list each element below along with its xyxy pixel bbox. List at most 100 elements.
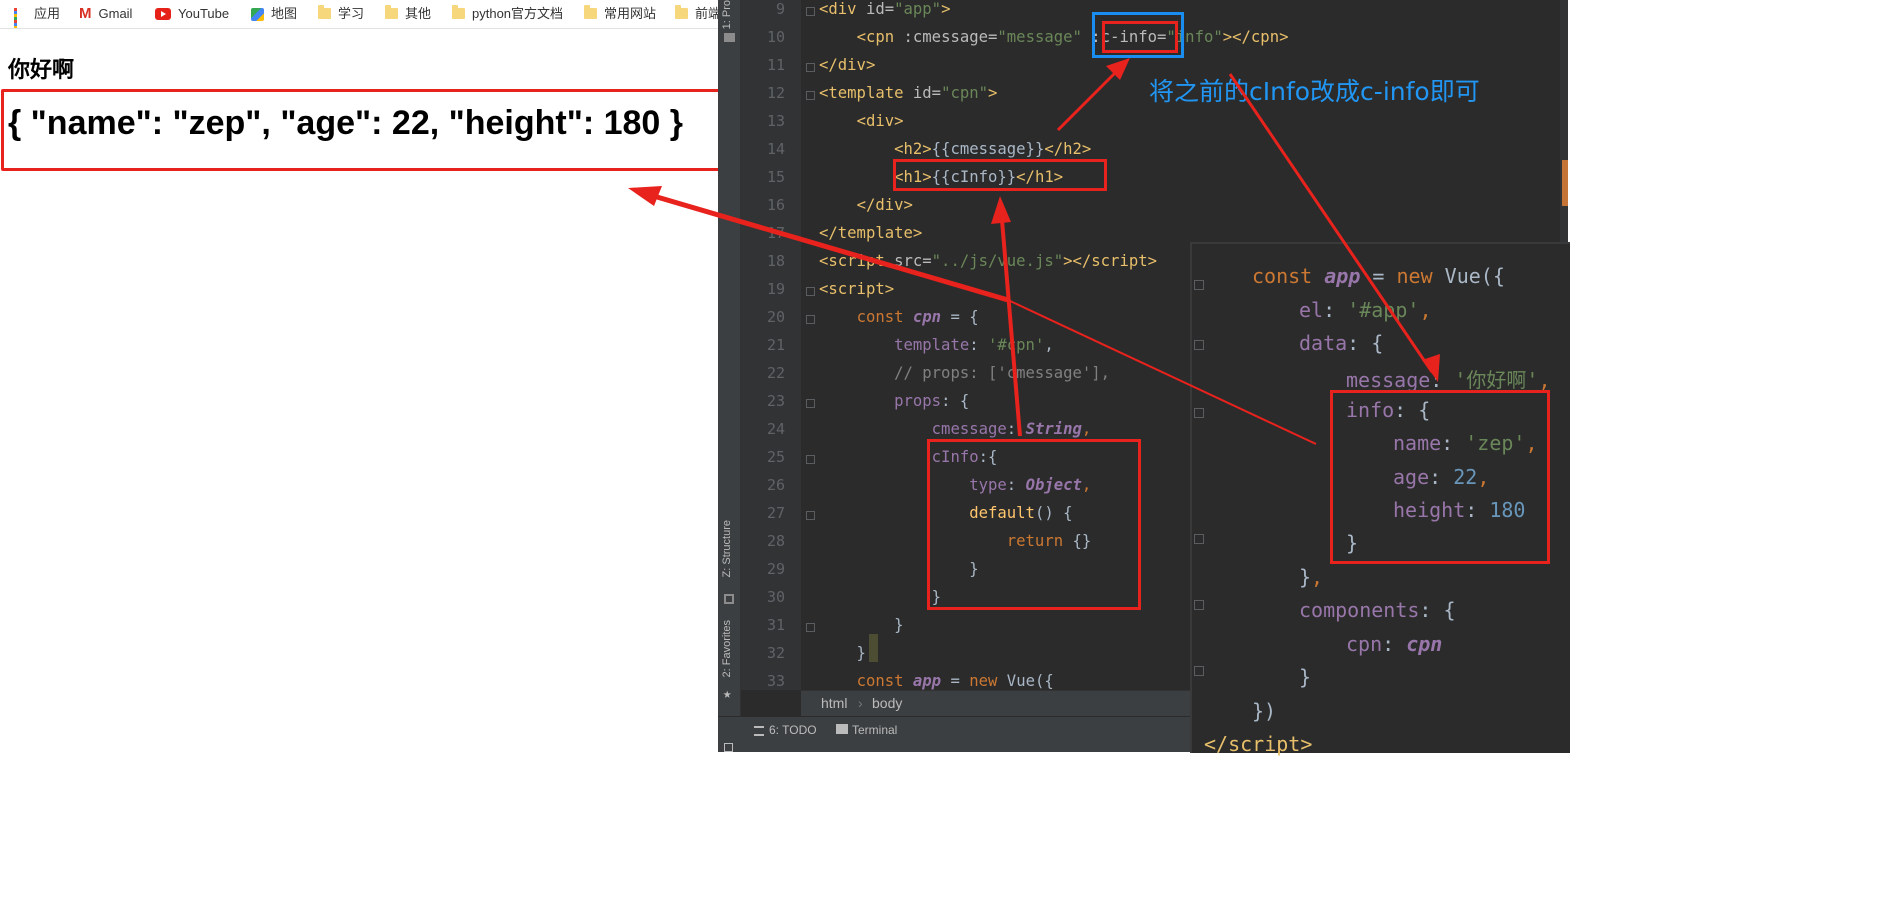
line-number-gutter: 9 10 11 12 13 14 15 16 17 18 19 20 21 22…	[741, 0, 801, 690]
tool-window-strip: 1: Pro Z: Structure 2: Favorites ★	[718, 0, 741, 751]
zoom-line: const app = new Vue({	[1252, 264, 1505, 288]
line-number: 9	[775, 0, 785, 18]
folder-icon	[584, 4, 597, 19]
fold-marker-icon[interactable]	[806, 623, 815, 632]
zoom-line: data: {	[1299, 331, 1384, 355]
rendered-h2-message: 你好啊	[8, 58, 75, 83]
code-line-32: }	[819, 644, 866, 662]
code-line-14: <h2>{{cmessage}}</h2>	[894, 140, 1092, 158]
line-number: 20	[766, 308, 785, 326]
code-line-21: template: '#cpn',	[894, 336, 1054, 354]
code-line-30: }	[819, 588, 942, 606]
fold-marker-icon	[1194, 340, 1204, 350]
line-number: 24	[766, 420, 785, 438]
project-tab[interactable]: 1: Pro	[721, 0, 733, 29]
code-line-12: <template id="cpn">	[819, 84, 998, 102]
youtube-icon	[155, 8, 171, 20]
highlight-box-cinfo-prop	[927, 439, 1141, 610]
fold-marker-icon[interactable]	[806, 91, 815, 100]
line-number: 14	[766, 140, 785, 158]
breadcrumb-html[interactable]: html	[821, 695, 847, 711]
fold-marker-icon[interactable]	[806, 287, 815, 296]
bookmark-label: Gmail	[98, 6, 133, 21]
line-number: 22	[766, 364, 785, 382]
structure-tab[interactable]: Z: Structure	[721, 520, 733, 577]
folder-tab-icon	[724, 33, 735, 42]
code-line-23: props: {	[894, 392, 970, 410]
bookmark-folder-frontend[interactable]: 前端	[675, 0, 718, 28]
breadcrumb-body[interactable]: body	[872, 695, 902, 711]
terminal-icon	[836, 724, 848, 734]
bookmark-folder-other[interactable]: 其他	[385, 0, 431, 28]
fold-marker-icon	[1194, 280, 1204, 290]
bookmark-gmail[interactable]: M Gmail	[79, 0, 132, 28]
ide-window: 1: Pro Z: Structure 2: Favorites ★ 9 10 …	[718, 0, 1570, 756]
line-number: 19	[766, 280, 785, 298]
folder-icon	[318, 4, 331, 19]
code-line-10: <cpn :cmessage="message" :c-info="info">…	[856, 28, 1289, 46]
highlight-box-output	[1, 89, 734, 171]
code-line-33: const app = new Vue({	[856, 672, 1054, 690]
bookmark-folder-python-docs[interactable]: python官方文档	[452, 0, 563, 28]
highlight-box-c-info-attr	[1102, 21, 1178, 53]
line-number: 18	[766, 252, 785, 270]
code-line-17: </template>	[819, 224, 923, 242]
line-number: 15	[766, 168, 785, 186]
line-number: 21	[766, 336, 785, 354]
line-number: 11	[766, 56, 785, 74]
bookmark-youtube[interactable]: YouTube	[155, 0, 229, 28]
fold-marker-icon	[1194, 534, 1204, 544]
line-number: 26	[766, 476, 785, 494]
fold-marker-icon[interactable]	[806, 399, 815, 408]
code-line-19: <script>	[819, 280, 895, 298]
line-number: 32	[766, 644, 785, 662]
bookmark-apps[interactable]: 应用	[14, 0, 60, 28]
bookmark-label: YouTube	[178, 6, 230, 21]
apps-grid-icon	[14, 7, 27, 28]
bookmark-label: 学习	[338, 6, 365, 21]
breadcrumb: html › body	[801, 690, 1191, 717]
folder-icon	[452, 4, 465, 19]
line-number: 31	[766, 616, 785, 634]
panel-icon	[724, 743, 733, 752]
zoom-line: cpn: cpn	[1346, 632, 1443, 656]
zoom-line: components: {	[1299, 598, 1456, 622]
code-line-16: </div>	[856, 196, 913, 214]
bookmark-label: 常用网站	[604, 6, 657, 21]
fold-marker-icon	[1194, 408, 1204, 418]
line-number: 12	[766, 84, 785, 102]
fold-marker-icon[interactable]	[806, 455, 815, 464]
line-number: 25	[766, 448, 785, 466]
structure-tab-icon	[724, 594, 734, 604]
scrollbar-marker[interactable]	[1562, 160, 1568, 206]
code-line-13: <div>	[856, 112, 904, 130]
maps-icon	[251, 7, 264, 21]
line-number: 29	[766, 560, 785, 578]
line-number: 10	[766, 28, 785, 46]
highlight-box-h1	[893, 159, 1107, 191]
code-line-18: <script src="../js/vue.js"></script>	[819, 252, 1157, 270]
code-line-9: <div id="app">	[819, 0, 951, 18]
todo-tab[interactable]: 6: TODO	[769, 723, 817, 737]
highlight-box-info-data	[1330, 390, 1550, 564]
favorites-tab[interactable]: 2: Favorites	[721, 620, 733, 677]
bookmark-folder-common-sites[interactable]: 常用网站	[584, 0, 656, 28]
fold-marker-icon	[1194, 600, 1204, 610]
zoom-line: message: '你好啊',	[1346, 368, 1551, 392]
terminal-tab[interactable]: Terminal	[852, 723, 897, 737]
code-line-11: </div>	[819, 56, 876, 74]
annotation-text: 将之前的cInfo改成c-info即可	[1149, 77, 1480, 106]
fold-marker-icon[interactable]	[806, 315, 815, 324]
zoom-line: })	[1252, 699, 1277, 723]
zoom-line: </script>	[1204, 732, 1313, 756]
fold-marker-icon[interactable]	[806, 7, 815, 16]
zoom-line: },	[1299, 565, 1324, 589]
fold-marker-icon[interactable]	[806, 511, 815, 520]
fold-marker-icon[interactable]	[806, 63, 815, 72]
todo-icon	[754, 726, 764, 736]
bookmark-maps[interactable]: 地图	[251, 0, 297, 28]
bookmark-folder-study[interactable]: 学习	[318, 0, 364, 28]
chevron-right-icon: ›	[858, 695, 863, 711]
code-line-20: const cpn = {	[856, 308, 979, 326]
line-number: 13	[766, 112, 785, 130]
